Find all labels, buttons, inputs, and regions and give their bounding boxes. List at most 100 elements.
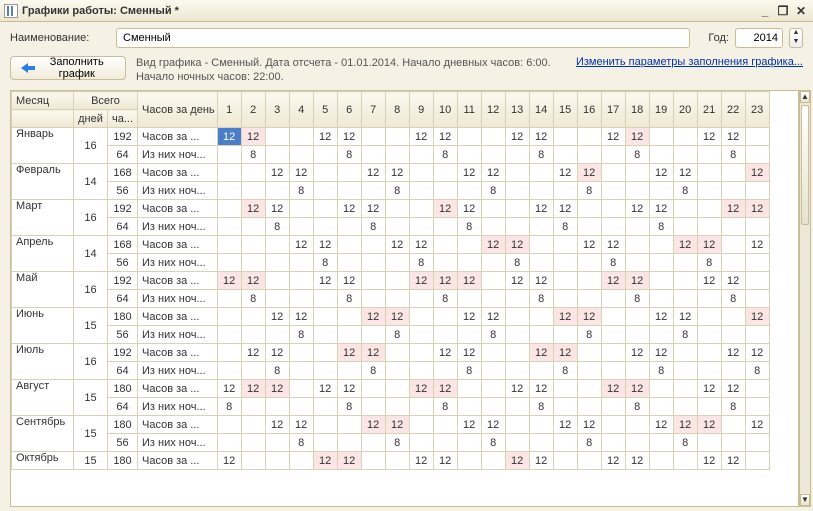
cell[interactable]: 12: [505, 272, 529, 290]
cell[interactable]: 12: [361, 344, 385, 362]
cell[interactable]: [745, 218, 769, 236]
rowlabel-hours[interactable]: Часов за ...: [138, 308, 218, 326]
cell[interactable]: 8: [409, 254, 433, 272]
cell[interactable]: [289, 218, 313, 236]
cell[interactable]: [649, 182, 673, 200]
cell[interactable]: [673, 344, 697, 362]
cell[interactable]: [481, 200, 505, 218]
cell[interactable]: [553, 290, 577, 308]
cell[interactable]: 12: [265, 380, 289, 398]
cell[interactable]: 12: [289, 308, 313, 326]
cell[interactable]: [529, 182, 553, 200]
cell[interactable]: [649, 326, 673, 344]
days-cell[interactable]: 15: [74, 416, 108, 452]
month-cell[interactable]: Июль: [12, 344, 74, 380]
cell[interactable]: [433, 362, 457, 380]
rowlabel-hours[interactable]: Часов за ...: [138, 344, 218, 362]
cell[interactable]: [577, 200, 601, 218]
cell[interactable]: 12: [337, 272, 361, 290]
cell[interactable]: [409, 164, 433, 182]
rowlabel-night[interactable]: Из них ноч...: [138, 326, 218, 344]
cell[interactable]: [697, 146, 721, 164]
cell[interactable]: [505, 416, 529, 434]
cell[interactable]: [385, 200, 409, 218]
cell[interactable]: 8: [553, 362, 577, 380]
cell[interactable]: [313, 290, 337, 308]
cell[interactable]: [313, 362, 337, 380]
header-day-20[interactable]: 20: [673, 92, 697, 128]
cell[interactable]: [313, 398, 337, 416]
cell[interactable]: 12: [433, 200, 457, 218]
cell[interactable]: [601, 308, 625, 326]
cell[interactable]: 8: [433, 398, 457, 416]
cell[interactable]: [241, 182, 265, 200]
cell[interactable]: 8: [385, 434, 409, 452]
cell[interactable]: 12: [529, 128, 553, 146]
minimize-button[interactable]: _: [757, 4, 773, 18]
cell[interactable]: [361, 128, 385, 146]
cell[interactable]: 12: [457, 416, 481, 434]
cell[interactable]: [721, 434, 745, 452]
cell[interactable]: 8: [289, 434, 313, 452]
cell[interactable]: [625, 362, 649, 380]
header-total[interactable]: Всего: [74, 92, 138, 110]
rowlabel-hours[interactable]: Часов за ...: [138, 164, 218, 182]
cell[interactable]: [697, 344, 721, 362]
year-input[interactable]: [735, 28, 783, 48]
cell[interactable]: [217, 146, 241, 164]
night-total-cell[interactable]: 64: [108, 290, 138, 308]
cell[interactable]: [217, 416, 241, 434]
scroll-up-button[interactable]: ▲: [800, 91, 810, 103]
header-perday[interactable]: Часов за день: [138, 92, 218, 128]
cell[interactable]: [313, 182, 337, 200]
cell[interactable]: [241, 362, 265, 380]
cell[interactable]: [265, 398, 289, 416]
cell[interactable]: [361, 380, 385, 398]
cell[interactable]: [217, 182, 241, 200]
cell[interactable]: [289, 452, 313, 470]
cell[interactable]: 8: [337, 290, 361, 308]
cell[interactable]: 8: [265, 362, 289, 380]
cell[interactable]: 12: [697, 272, 721, 290]
cell[interactable]: [457, 380, 481, 398]
cell[interactable]: 12: [337, 128, 361, 146]
cell[interactable]: 12: [457, 308, 481, 326]
cell[interactable]: 12: [505, 128, 529, 146]
header-day-13[interactable]: 13: [505, 92, 529, 128]
rowlabel-night[interactable]: Из них ноч...: [138, 218, 218, 236]
cell[interactable]: [601, 416, 625, 434]
cell[interactable]: [265, 182, 289, 200]
cell[interactable]: 12: [313, 380, 337, 398]
cell[interactable]: [577, 380, 601, 398]
rowlabel-hours[interactable]: Часов за ...: [138, 416, 218, 434]
cell[interactable]: [457, 146, 481, 164]
cell[interactable]: 8: [481, 182, 505, 200]
cell[interactable]: [265, 452, 289, 470]
cell[interactable]: [241, 452, 265, 470]
cell[interactable]: [265, 290, 289, 308]
cell[interactable]: [601, 146, 625, 164]
month-cell[interactable]: Май: [12, 272, 74, 308]
header-day-10[interactable]: 10: [433, 92, 457, 128]
cell[interactable]: [601, 362, 625, 380]
cell[interactable]: [745, 182, 769, 200]
cell[interactable]: 12: [721, 128, 745, 146]
cell[interactable]: 12: [529, 344, 553, 362]
cell[interactable]: 8: [649, 362, 673, 380]
cell[interactable]: [721, 254, 745, 272]
cell[interactable]: [241, 398, 265, 416]
cell[interactable]: [217, 308, 241, 326]
cell[interactable]: 12: [481, 236, 505, 254]
header-days[interactable]: дней: [74, 110, 108, 128]
cell[interactable]: 8: [313, 254, 337, 272]
cell[interactable]: [577, 254, 601, 272]
cell[interactable]: 8: [649, 218, 673, 236]
hours-cell[interactable]: 192: [108, 200, 138, 218]
cell[interactable]: [505, 362, 529, 380]
cell[interactable]: 12: [409, 128, 433, 146]
cell[interactable]: [457, 254, 481, 272]
cell[interactable]: 12: [673, 416, 697, 434]
cell[interactable]: [337, 218, 361, 236]
cell[interactable]: [289, 398, 313, 416]
header-day-8[interactable]: 8: [385, 92, 409, 128]
